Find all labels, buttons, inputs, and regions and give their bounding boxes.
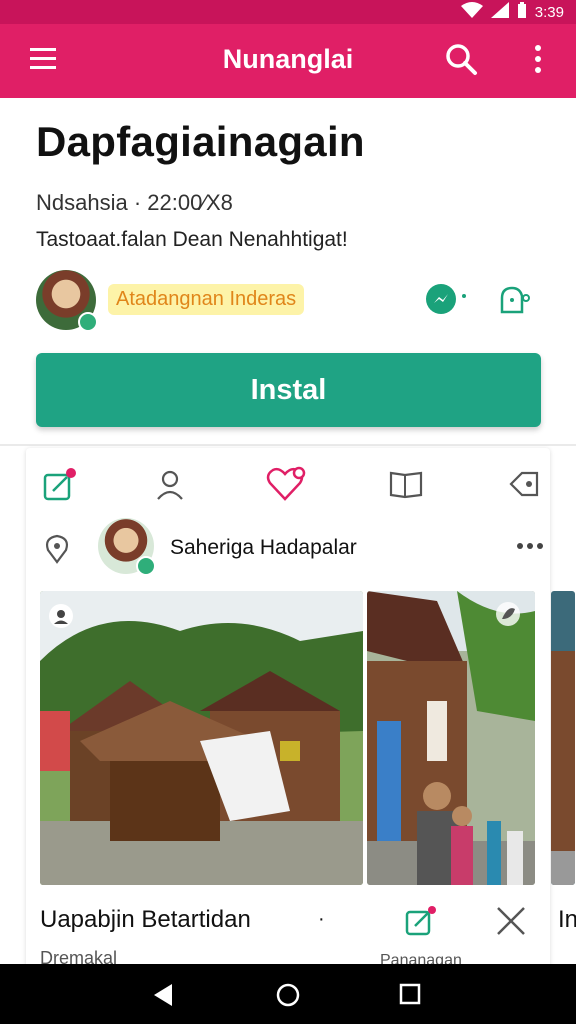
verified-badge [78,312,98,332]
app-meta: Ndsahsia · 22:00⁄X8 [36,190,233,215]
post-photo[interactable] [367,591,535,885]
next-caption: In [558,906,576,933]
divider [0,444,576,446]
edit-note-icon[interactable] [38,462,82,506]
post-photo[interactable] [40,591,363,885]
tag-icon[interactable] [502,462,546,506]
search-icon[interactable] [444,42,478,81]
app-bar: Nunanglai [0,24,576,98]
wifi-icon [460,2,483,22]
app-bar-title: Nunanglai [222,44,354,74]
messenger-icon[interactable] [426,284,456,314]
app-name: Dapfagiainagain [36,118,365,165]
close-icon[interactable] [496,906,526,941]
more-horiz-icon[interactable] [516,538,544,556]
recents-icon[interactable] [398,982,422,1011]
battery-icon [517,2,527,22]
menu-icon[interactable] [30,46,58,77]
status-bar: 3:39 [0,0,576,24]
more-vert-icon[interactable] [526,42,550,81]
edit-icon[interactable] [404,904,438,943]
verified-badge [136,556,156,576]
developer-name[interactable]: Atadangnan Inderas [108,284,305,315]
post-author-avatar[interactable] [98,518,156,576]
leaf-badge-icon [495,601,521,632]
post-photo[interactable] [551,591,575,885]
share-icon[interactable] [498,282,532,321]
signal-icon [490,2,509,22]
card-tabs [26,462,550,506]
location-pin-icon[interactable] [44,534,70,569]
post-caption: Uapabjin Betartidan [40,906,251,933]
post-author-name[interactable]: Saheriga Hadapalar [170,536,357,560]
home-icon[interactable] [275,982,301,1013]
dot-separator-icon [462,294,466,298]
install-button[interactable]: Instal [36,353,541,427]
caption-separator: · [318,908,325,930]
heart-icon[interactable] [264,462,308,506]
profile-icon[interactable] [148,462,192,506]
back-icon[interactable] [150,982,176,1013]
book-icon[interactable] [384,462,428,506]
system-nav-bar [0,964,576,1024]
status-time: 3:39 [534,3,564,21]
post-card: Saheriga Hadapalar Uapabjin Betartidan ·… [26,448,576,1008]
developer-avatar[interactable] [36,270,98,332]
camera-badge-icon [48,603,74,634]
app-tagline: Tastoaat.falan Dean Nenahhtigat! [36,228,348,251]
developer-row: Atadangnan Inderas [36,270,546,332]
post-header: Saheriga Hadapalar [40,516,543,576]
